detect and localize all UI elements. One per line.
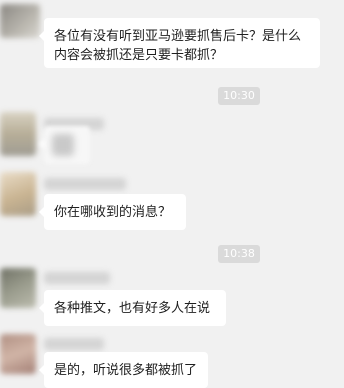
message-text: 各位有没有听到亚马逊要抓售后卡？是什么内容会被抓还是只要卡都抓？	[54, 29, 302, 63]
timestamp-text: 10:38	[223, 247, 255, 260]
message-text: 是的，听说很多都被抓了	[54, 363, 198, 378]
sender-name	[44, 272, 110, 284]
timestamp-text: 10:30	[223, 89, 255, 102]
message-text: 你在哪收到的消息？	[54, 205, 172, 220]
image-thumbnail	[52, 134, 74, 156]
message-bubble	[39, 126, 90, 164]
timestamp: 10:38	[218, 245, 260, 263]
message-bubble: 各位有没有听到亚马逊要抓售后卡？是什么内容会被抓还是只要卡都抓？	[39, 18, 320, 68]
sender-name	[44, 338, 104, 350]
avatar[interactable]	[0, 4, 40, 38]
message-bubble: 是的，听说很多都被抓了	[39, 352, 208, 388]
avatar[interactable]	[0, 334, 36, 374]
message-bubble: 各种推文，也有好多人在说	[39, 290, 226, 326]
avatar[interactable]	[0, 268, 36, 308]
avatar[interactable]	[0, 112, 36, 156]
sender-name	[44, 178, 126, 190]
avatar[interactable]	[0, 172, 36, 216]
message-text: 各种推文，也有好多人在说	[54, 301, 211, 316]
message-bubble: 你在哪收到的消息？	[39, 194, 186, 230]
timestamp: 10:30	[218, 87, 260, 105]
